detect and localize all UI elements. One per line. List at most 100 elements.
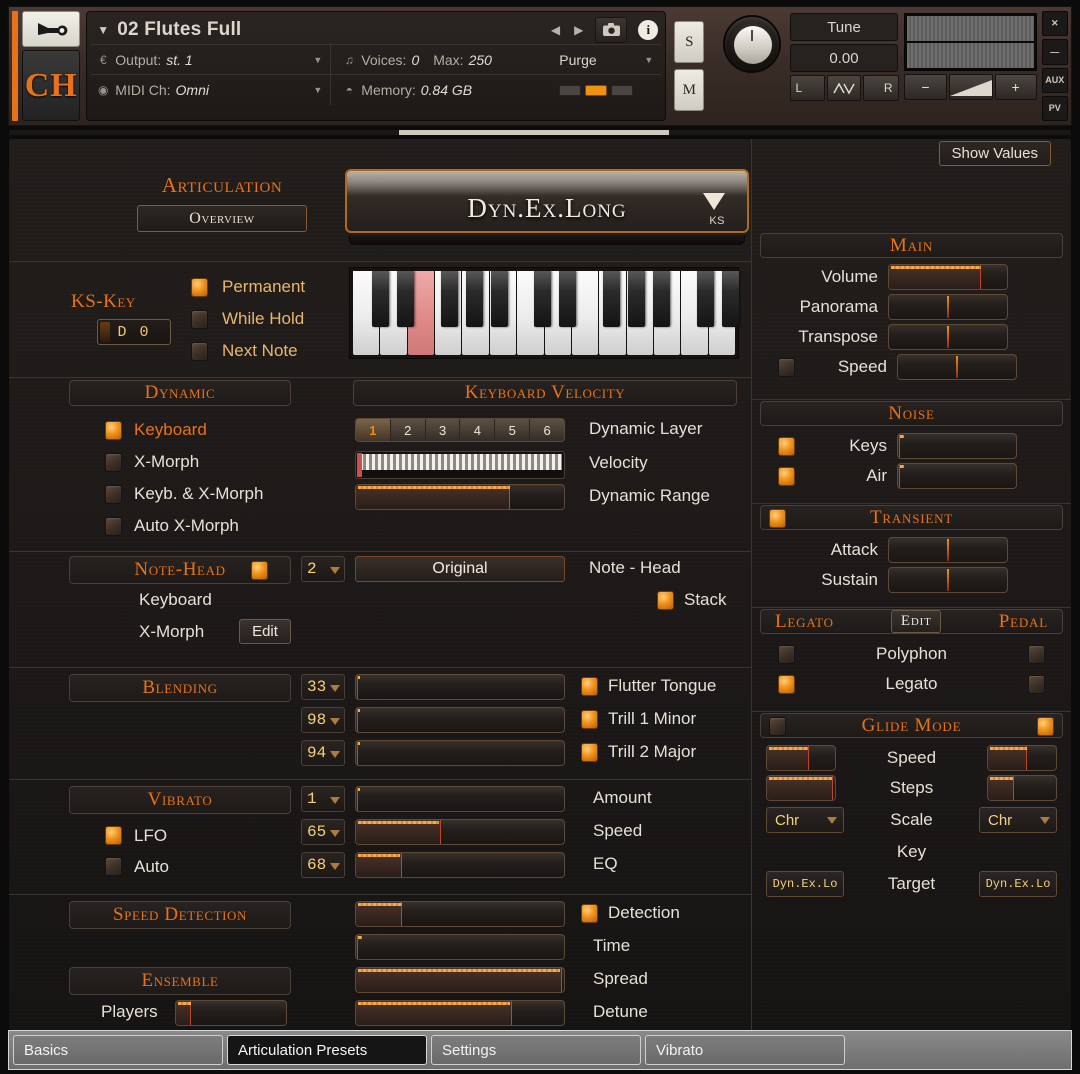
speed-slider[interactable] — [897, 354, 1017, 380]
black-key[interactable] — [559, 271, 577, 327]
led-icon[interactable] — [191, 341, 208, 361]
glide-target-right[interactable]: Dyn.Ex.Lo — [979, 871, 1057, 897]
vibrato-option-lfo[interactable]: LFO — [105, 820, 169, 851]
black-key[interactable] — [396, 271, 414, 327]
dynamic-option-xmorph[interactable]: X-Morph — [105, 446, 263, 478]
chevron-down-icon[interactable] — [1040, 817, 1050, 824]
led-icon[interactable] — [105, 420, 122, 440]
volume-increase-button[interactable]: + — [994, 74, 1037, 100]
pan-control[interactable]: L R — [789, 75, 899, 101]
led-icon[interactable] — [105, 826, 122, 845]
info-icon[interactable]: i — [635, 17, 661, 43]
tune-knob[interactable] — [722, 15, 781, 73]
preset-nav-arrows[interactable]: ◀ ▶ — [551, 23, 583, 37]
tab-articulation-presets[interactable]: Articulation Presets — [227, 1035, 427, 1065]
led-icon[interactable] — [581, 676, 598, 696]
volume-slider[interactable] — [888, 264, 1008, 290]
led-icon[interactable] — [191, 309, 208, 329]
chevron-down-icon[interactable]: ▼ — [313, 85, 330, 95]
parameter-slider[interactable] — [355, 786, 565, 812]
tune-value[interactable]: 0.00 — [789, 44, 899, 72]
dynamic-layer-selector[interactable]: 123456 — [355, 418, 565, 442]
velocity-slider[interactable] — [355, 451, 565, 479]
tab-basics[interactable]: Basics — [13, 1035, 223, 1065]
volume-control[interactable]: − + — [904, 74, 1037, 100]
instrument-name[interactable]: 02 Flutes Full — [117, 19, 551, 41]
volume-slider[interactable] — [948, 74, 993, 100]
purge-led-3[interactable] — [611, 84, 634, 96]
parameter-slider[interactable] — [355, 819, 565, 845]
volume-decrease-button[interactable]: − — [904, 74, 947, 100]
layer-segment[interactable]: 6 — [530, 419, 564, 441]
parameter-slider[interactable] — [355, 707, 565, 733]
led-icon[interactable] — [581, 709, 598, 729]
chevron-down-icon[interactable] — [330, 751, 340, 758]
chevron-down-icon[interactable] — [703, 193, 725, 210]
aux-button[interactable]: AUX — [1041, 67, 1069, 93]
led-icon[interactable] — [778, 436, 795, 456]
led-icon[interactable] — [769, 717, 786, 736]
chevron-down-icon[interactable]: ▼ — [97, 23, 109, 37]
dynamic-option-keyboard[interactable]: Keyboard — [105, 414, 263, 446]
value-stepper[interactable]: 68 — [301, 852, 345, 878]
overview-button[interactable]: Overview — [137, 205, 307, 232]
black-key[interactable] — [534, 271, 552, 327]
chevron-down-icon[interactable]: ▼ — [644, 55, 661, 65]
glide-scale-right-select[interactable]: Chr — [979, 807, 1057, 833]
chevron-down-icon[interactable] — [330, 567, 340, 574]
instrument-scrollbar[interactable] — [8, 129, 1072, 136]
note-head-number[interactable]: 2 — [301, 556, 345, 582]
led-icon[interactable] — [778, 674, 795, 694]
detection-toggle[interactable]: Detection — [581, 903, 680, 923]
pan-center-icon[interactable] — [827, 75, 862, 101]
next-preset-icon[interactable]: ▶ — [574, 23, 583, 37]
transpose-slider[interactable] — [888, 324, 1008, 350]
value-stepper[interactable]: 1 — [301, 786, 345, 812]
led-icon[interactable] — [105, 452, 122, 472]
led-icon[interactable] — [1027, 644, 1045, 664]
black-key[interactable] — [652, 271, 670, 327]
mute-button[interactable]: M — [674, 69, 705, 111]
chevron-down-icon[interactable] — [330, 685, 340, 692]
stack-toggle[interactable]: Stack — [657, 590, 727, 610]
snapshot-camera-icon[interactable] — [595, 16, 628, 43]
black-key[interactable] — [603, 271, 621, 327]
layer-segment[interactable]: 2 — [390, 419, 426, 441]
max-value[interactable]: 250 — [469, 52, 492, 68]
sustain-slider[interactable] — [888, 567, 1008, 593]
led-icon[interactable] — [778, 644, 795, 664]
ks-option-while-hold[interactable]: While Hold — [191, 303, 305, 335]
parameter-slider[interactable] — [355, 674, 565, 700]
black-key[interactable] — [628, 271, 646, 327]
led-icon[interactable] — [105, 484, 122, 504]
black-key[interactable] — [465, 271, 483, 327]
ks-option-next-note[interactable]: Next Note — [191, 335, 305, 367]
tab-vibrato[interactable]: Vibrato — [645, 1035, 845, 1065]
led-icon[interactable] — [657, 590, 674, 610]
ks-option-permanent[interactable]: Permanent — [191, 271, 305, 303]
chevron-down-icon[interactable] — [330, 718, 340, 725]
chevron-down-icon[interactable] — [827, 817, 837, 824]
glide-steps-right-slider[interactable] — [986, 775, 1057, 801]
black-key[interactable] — [490, 271, 508, 327]
velocity-handle[interactable] — [357, 453, 362, 477]
prev-preset-icon[interactable]: ◀ — [551, 23, 560, 37]
glide-target-left[interactable]: Dyn.Ex.Lo — [766, 871, 844, 897]
minimize-icon[interactable]: — — [1041, 39, 1069, 65]
black-key[interactable] — [721, 271, 739, 327]
led-icon[interactable] — [778, 357, 795, 377]
purge-menu[interactable]: Purge ▼ — [553, 52, 661, 68]
solo-button[interactable]: S — [674, 21, 705, 63]
black-key[interactable] — [440, 271, 458, 327]
led-icon[interactable] — [105, 516, 122, 536]
legato-edit-button[interactable]: Edit — [891, 610, 942, 633]
scrollbar-thumb[interactable] — [399, 130, 669, 135]
chevron-down-icon[interactable] — [330, 830, 340, 837]
layer-segment[interactable]: 1 — [356, 419, 391, 441]
led-icon[interactable] — [778, 466, 795, 486]
led-icon[interactable] — [191, 277, 208, 297]
detune-slider[interactable] — [355, 1000, 565, 1026]
glide-speed-left-slider[interactable] — [766, 745, 836, 771]
value-stepper[interactable]: 98 — [301, 707, 345, 733]
output-selector[interactable]: € Output: st. 1 ▼ — [91, 45, 332, 74]
